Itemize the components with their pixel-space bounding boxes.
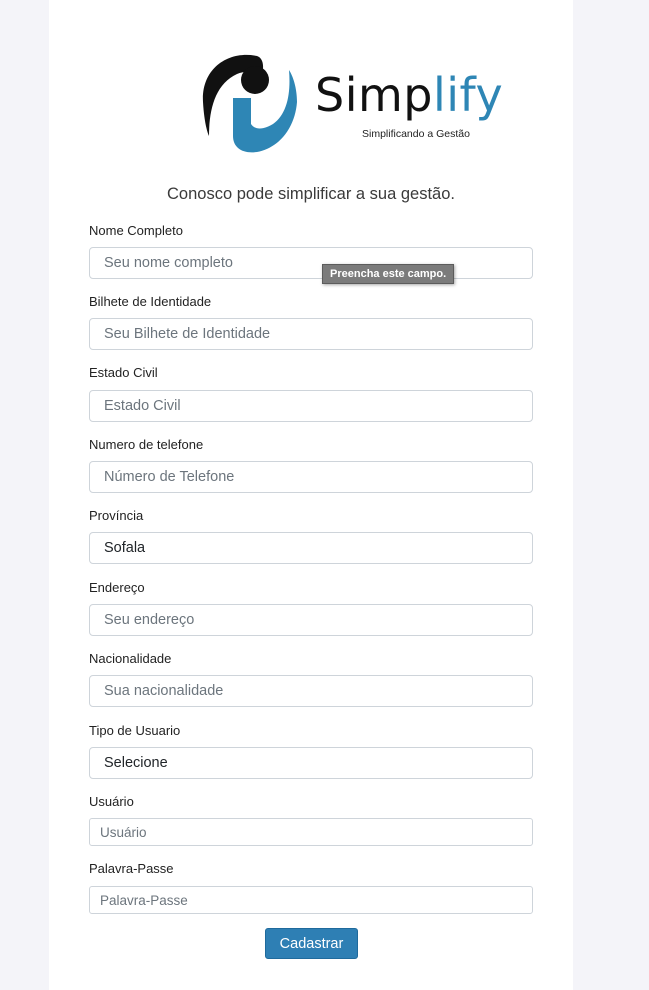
bilhete-label: Bilhete de Identidade — [89, 294, 212, 309]
brand-name-prefix: Simp — [315, 68, 433, 122]
usuario-input[interactable] — [89, 818, 533, 846]
senha-label: Palavra-Passe — [89, 861, 174, 876]
logo-mark-icon — [202, 54, 297, 153]
nome-label: Nome Completo — [89, 223, 183, 238]
tipo-usuario-label: Tipo de Usuario — [89, 723, 181, 738]
cadastrar-button[interactable]: Cadastrar — [265, 928, 358, 959]
brand-wordmark: Simplify — [315, 72, 503, 118]
estado-civil-input[interactable] — [89, 390, 533, 422]
tipo-usuario-selected-value: Selecione — [104, 755, 168, 771]
endereco-label: Endereço — [89, 580, 145, 595]
telefone-input[interactable] — [89, 461, 533, 493]
usuario-label: Usuário — [89, 794, 134, 809]
registration-card: Simplify Simplificando a Gestão Conosco … — [49, 0, 573, 990]
page-subtitle: Conosco pode simplificar a sua gestão. — [167, 185, 455, 203]
telefone-label: Numero de telefone — [89, 437, 204, 452]
estado-civil-label: Estado Civil — [89, 365, 158, 380]
endereco-input[interactable] — [89, 604, 533, 636]
validation-tooltip: Preencha este campo. — [322, 264, 455, 284]
nome-input[interactable] — [89, 247, 533, 279]
senha-input[interactable] — [89, 886, 533, 914]
provincia-label: Província — [89, 508, 144, 523]
bilhete-input[interactable] — [89, 318, 533, 350]
nacionalidade-label: Nacionalidade — [89, 651, 172, 666]
brand-tagline: Simplificando a Gestão — [362, 128, 470, 140]
simplify-logo: Simplify Simplificando a Gestão — [199, 50, 519, 156]
nacionalidade-input[interactable] — [89, 675, 533, 707]
brand-name-highlight: lify — [433, 68, 504, 122]
tipo-usuario-select[interactable]: Selecione — [89, 747, 533, 779]
provincia-selected-value: Sofala — [104, 540, 146, 556]
provincia-select[interactable]: Sofala — [89, 532, 533, 564]
